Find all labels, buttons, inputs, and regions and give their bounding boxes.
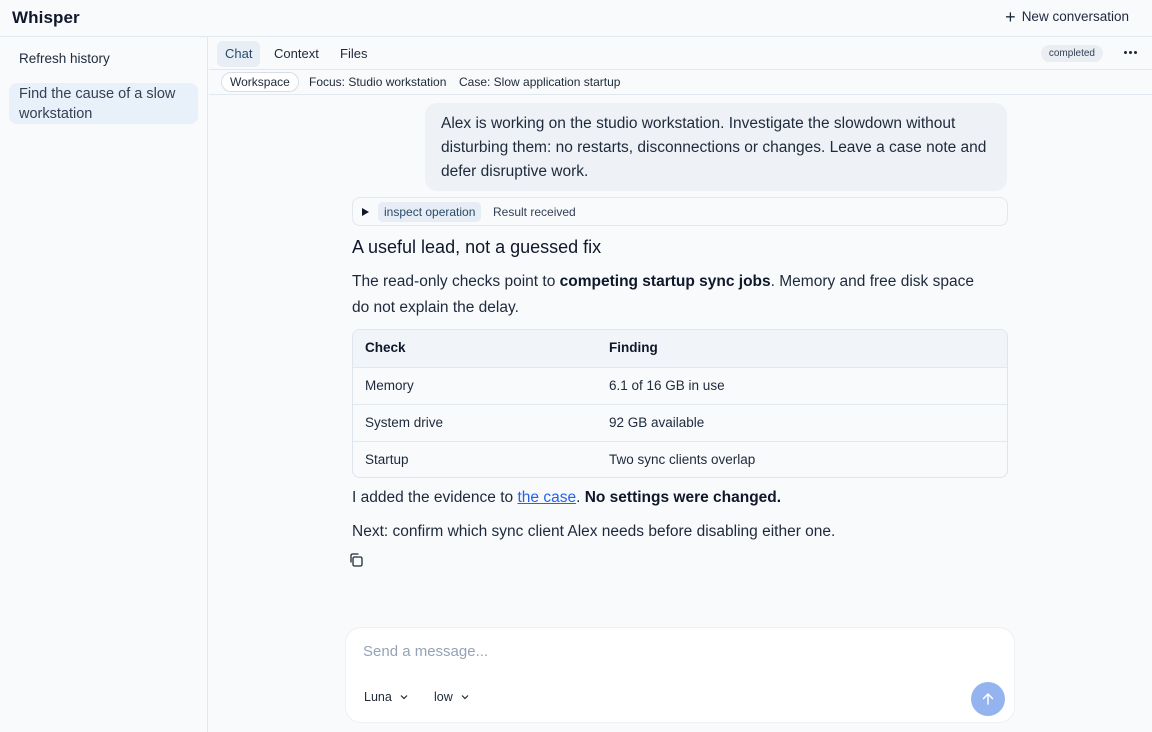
tab-files[interactable]: Files [332,41,375,67]
refresh-history-button[interactable]: Refresh history [19,51,110,66]
table-header-row: Check Finding [353,330,1007,367]
app-title: Whisper [12,8,80,27]
user-message: Alex is working on the studio workstatio… [425,103,1007,191]
tab-bar: Chat Context Files completed [209,37,1152,70]
more-options-icon[interactable] [1124,51,1137,55]
answer-paragraph: I added the evidence to the case. No set… [352,489,781,507]
sidebar-item-conversation[interactable]: Find the cause of a slow workstation [9,83,198,124]
answer-next-step: Next: confirm which sync client Alex nee… [352,523,836,540]
tab-context[interactable]: Context [266,41,327,67]
table-cell: 92 GB available [609,415,705,430]
message-input[interactable] [363,640,963,662]
message-composer: Luna low [345,627,1015,723]
answer-bold-text: competing startup sync jobs [559,273,771,290]
table-cell: System drive [365,415,444,430]
model-selector[interactable]: Luna [364,690,408,704]
arrow-up-icon [982,693,994,705]
new-conversation-button[interactable]: + New conversation [1005,6,1129,27]
context-bar: Workspace Focus: Studio workstation Case… [209,70,1152,95]
workspace-pill[interactable]: Workspace [221,72,299,92]
effort-label: low [434,690,453,704]
effort-selector[interactable]: low [434,690,469,704]
sidebar: Refresh history Find the cause of a slow… [0,37,208,732]
column-header: Check [365,340,406,355]
expand-triangle-icon[interactable] [362,208,369,216]
findings-table: Check Finding Memory 6.1 of 16 GB in use… [352,329,1008,478]
answer-text: I added the evidence to [352,489,518,506]
table-cell: Startup [365,452,409,467]
top-bar: Whisper + New conversation [0,0,1152,37]
table-cell: Memory [365,378,414,393]
tool-call-row[interactable]: inspect operation Result received [352,197,1008,226]
chevron-down-icon [461,695,469,700]
model-label: Luna [364,690,392,704]
plus-icon: + [1005,6,1016,27]
tool-result-label: Result received [493,205,576,219]
answer-heading: A useful lead, not a guessed fix [352,237,602,257]
focus-label: Focus: Studio workstation [309,75,447,89]
chevron-down-icon [400,695,408,700]
answer-paragraph: The read-only checks point to competing … [352,269,992,321]
column-header: Finding [609,340,658,355]
copy-icon[interactable] [348,552,364,568]
table-cell: Two sync clients overlap [609,452,756,467]
table-row: Startup Two sync clients overlap [353,441,1007,477]
answer-text: The read-only checks point to [352,273,560,290]
table-row: Memory 6.1 of 16 GB in use [353,367,1007,404]
case-link[interactable]: the case [517,489,576,506]
main-panel: Chat Context Files completed Workspace F… [209,37,1152,732]
answer-bold-text: No settings were changed. [584,489,782,506]
status-badge: completed [1040,45,1103,62]
tool-name-chip: inspect operation [378,202,482,222]
new-conversation-label: New conversation [1021,9,1129,24]
send-button[interactable] [971,682,1005,716]
case-label: Case: Slow application startup [459,75,621,89]
table-cell: 6.1 of 16 GB in use [609,378,725,393]
tab-chat[interactable]: Chat [217,41,261,67]
table-row: System drive 92 GB available [353,404,1007,441]
answer-text: . [576,489,585,506]
